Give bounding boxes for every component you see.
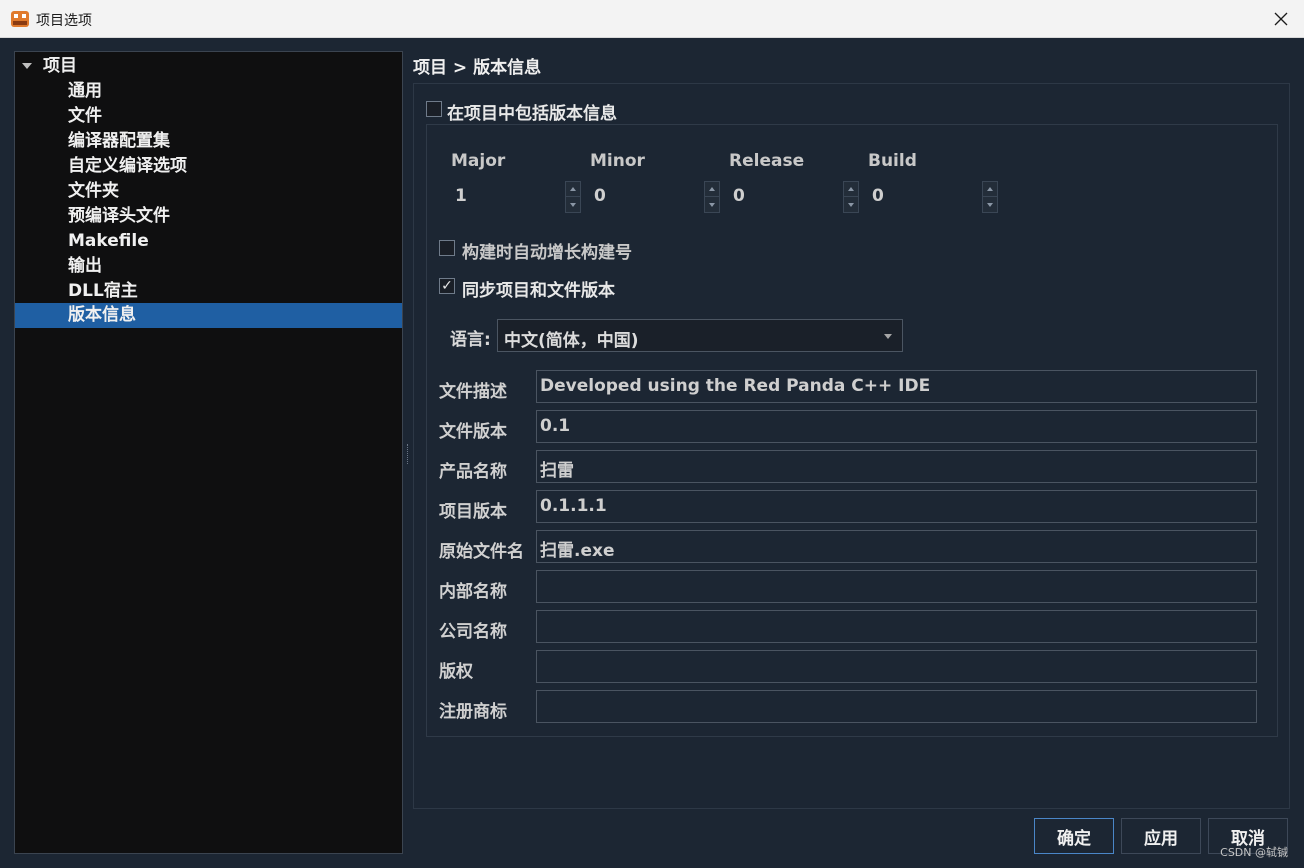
expand-arrow-icon[interactable] [22,63,32,69]
release-label: Release [729,151,805,171]
language-label: 语言: [450,330,491,350]
company-name-input[interactable] [536,610,1257,643]
spin-down-icon[interactable] [844,197,858,212]
field-value: 扫雷 [540,461,574,481]
auto-increment-checkbox[interactable] [439,240,455,256]
tree-item-makefile[interactable]: Makefile [15,229,402,254]
tree-item-output[interactable]: 输出 [15,254,402,279]
title-bar: 项目选项 [0,0,1304,38]
watermark: CSDN @轼铖 [1220,846,1288,859]
checkmark-icon: ✓ [441,278,453,294]
major-spinbox[interactable]: 1 [451,181,581,213]
file-description-input[interactable]: Developed using the Red Panda C++ IDE [536,370,1257,403]
field-value: Developed using the Red Panda C++ IDE [540,376,931,396]
copyright-input[interactable] [536,650,1257,683]
tree-item-project[interactable]: 项目 [15,54,402,79]
field-value: 0.1 [540,416,571,436]
language-select[interactable]: 中文(简体，中国) [497,319,903,352]
tree-item-label: 输出 [68,256,102,276]
release-spinbox[interactable]: 0 [729,181,859,213]
tree-item-custom-compile[interactable]: 自定义编译选项 [15,154,402,179]
tree-item-folders[interactable]: 文件夹 [15,179,402,204]
tree-item-files[interactable]: 文件 [15,104,402,129]
minor-label: Minor [590,151,645,171]
minor-value: 0 [594,186,606,206]
build-value: 0 [872,186,884,206]
tree-item-label: 自定义编译选项 [68,156,187,176]
tree-item-precompiled-header[interactable]: 预编译头文件 [15,204,402,229]
build-label: Build [868,151,917,171]
release-value: 0 [733,186,745,206]
tree-item-label: 预编译头文件 [68,206,170,226]
copyright-label: 版权 [439,662,473,682]
tree-item-label: 文件 [68,106,102,126]
build-spinbox[interactable]: 0 [868,181,998,213]
sync-version-checkbox[interactable]: ✓ [439,278,455,294]
include-version-label: 在项目中包括版本信息 [447,104,617,124]
major-label: Major [451,151,506,171]
tree-item-label: DLL宿主 [68,281,138,301]
company-name-label: 公司名称 [439,622,507,642]
splitter-handle[interactable] [407,444,410,464]
field-value: 0.1.1.1 [540,496,607,516]
project-version-label: 项目版本 [439,502,507,522]
spin-up-icon[interactable] [983,182,997,197]
project-version-input[interactable]: 0.1.1.1 [536,490,1257,523]
trademark-input[interactable] [536,690,1257,723]
tree-item-label: 通用 [68,81,102,101]
minor-spinbox[interactable]: 0 [590,181,720,213]
spin-up-icon[interactable] [705,182,719,197]
apply-button[interactable]: 应用 [1121,818,1201,854]
window-title: 项目选项 [36,13,92,29]
sync-version-label: 同步项目和文件版本 [462,281,615,301]
close-icon [1274,12,1288,26]
app-icon [11,11,29,27]
tree-item-general[interactable]: 通用 [15,79,402,104]
field-value: 扫雷.exe [540,541,615,561]
tree-item-label: 编译器配置集 [68,131,170,151]
original-filename-input[interactable]: 扫雷.exe [536,530,1257,563]
tree-item-label: 文件夹 [68,181,119,201]
include-version-checkbox[interactable] [426,101,442,117]
language-value: 中文(简体，中国) [504,331,639,351]
spin-up-icon[interactable] [566,182,580,197]
spin-down-icon[interactable] [705,197,719,212]
auto-increment-label: 构建时自动增长构建号 [462,243,632,263]
major-value: 1 [455,186,467,206]
chevron-down-icon [884,334,892,339]
product-name-label: 产品名称 [439,462,507,482]
trademark-label: 注册商标 [439,702,507,722]
ok-button[interactable]: 确定 [1034,818,1114,854]
tree-item-compiler-set[interactable]: 编译器配置集 [15,129,402,154]
tree-item-label: Makefile [68,231,149,251]
internal-name-label: 内部名称 [439,582,507,602]
tree-item-version-info[interactable]: 版本信息 [15,303,402,328]
internal-name-input[interactable] [536,570,1257,603]
page-breadcrumb: 项目 > 版本信息 [413,58,542,78]
original-filename-label: 原始文件名 [439,542,524,562]
tree-item-label: 项目 [43,56,77,76]
tree-item-label: 版本信息 [68,305,136,325]
close-button[interactable] [1258,0,1304,38]
file-description-label: 文件描述 [439,382,507,402]
spin-up-icon[interactable] [844,182,858,197]
product-name-input[interactable]: 扫雷 [536,450,1257,483]
file-version-input[interactable]: 0.1 [536,410,1257,443]
file-version-label: 文件版本 [439,422,507,442]
tree-item-dll-host[interactable]: DLL宿主 [15,279,402,304]
spin-down-icon[interactable] [983,197,997,212]
spin-down-icon[interactable] [566,197,580,212]
options-tree[interactable]: 项目 通用 文件 编译器配置集 自定义编译选项 文件夹 预编译头文件 Makef… [14,51,403,854]
